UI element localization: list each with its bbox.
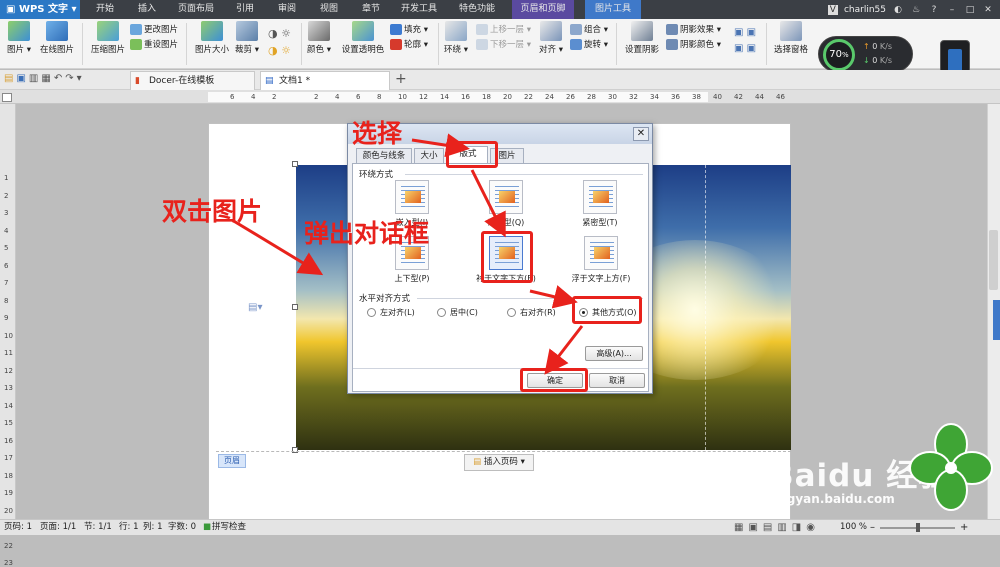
zoom-out-icon[interactable]: –	[870, 520, 875, 535]
ruler-tick-label: 22	[4, 541, 13, 550]
arrow-to-behind-text	[470, 169, 506, 238]
annotation-popup-dialog: 弹出对话框	[304, 219, 430, 248]
baidu-url: jingyan.baidu.com	[770, 492, 895, 506]
ruler-tick-label: 23	[4, 559, 13, 567]
zoom-in-icon[interactable]: +	[960, 520, 968, 535]
status-word-count[interactable]: 字数: 0	[168, 520, 196, 535]
arrow-to-other-align	[529, 285, 578, 309]
status-section[interactable]: 节: 1/1	[84, 520, 112, 535]
side-panel-tab[interactable]	[993, 300, 1000, 340]
annotation-double-click: 双击图片	[162, 197, 263, 226]
annotation-choose: 选择	[352, 119, 403, 148]
clover-logo-icon	[909, 423, 993, 511]
status-column[interactable]: 列: 1	[143, 520, 162, 535]
scrollbar-thumb[interactable]	[989, 230, 998, 290]
view-mode-icons[interactable]: ▦▣▤▥◨◉	[734, 520, 820, 535]
arrow-to-ok	[544, 325, 584, 375]
zoom-level[interactable]: 100 %	[840, 520, 867, 535]
status-pages[interactable]: 页面: 1/1	[40, 520, 76, 535]
spell-check-icon: ■	[203, 522, 212, 532]
status-bar: 页码: 1 页面: 1/1 节: 1/1 行: 1 列: 1 字数: 0 ■ 拼…	[0, 519, 1000, 535]
arrow-to-layout-tab	[411, 133, 470, 158]
zoom-slider-handle[interactable]	[916, 523, 920, 532]
status-page-number[interactable]: 页码: 1	[4, 520, 32, 535]
spell-check-toggle[interactable]: 拼写检查	[212, 520, 246, 535]
status-row[interactable]: 行: 1	[119, 520, 138, 535]
